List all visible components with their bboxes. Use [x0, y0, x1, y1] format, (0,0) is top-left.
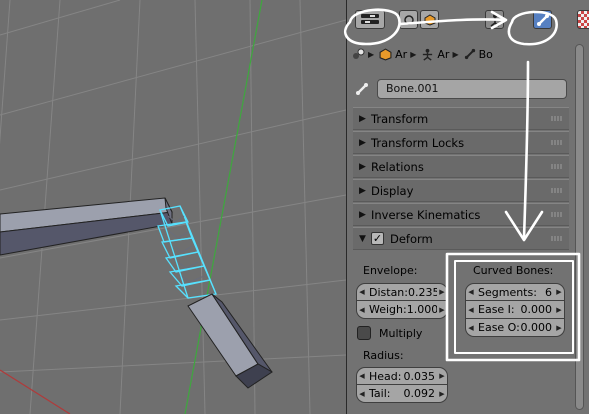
- section-display[interactable]: ▶ Display: [353, 179, 569, 202]
- multiply-checkbox-row[interactable]: Multiply: [357, 326, 422, 340]
- bone-lower[interactable]: [187, 293, 273, 389]
- bone-upper[interactable]: [0, 197, 173, 256]
- decrement-arrow-icon[interactable]: ◀: [466, 324, 476, 332]
- breadcrumb-arrow-icon: ▶: [410, 49, 417, 59]
- section-transform-locks[interactable]: ▶ Transform Locks: [353, 131, 569, 154]
- armature-data-icon: [423, 48, 433, 61]
- decrement-arrow-icon[interactable]: ◀: [357, 372, 367, 380]
- panel-scrollbar[interactable]: [575, 44, 584, 410]
- segments-field[interactable]: ◀ Segments: 6 ▶: [465, 283, 565, 301]
- envelope-label: Envelope:: [363, 264, 418, 277]
- breadcrumb: ▶ Ar ▶ Ar ▶ Bo: [347, 42, 589, 66]
- breadcrumb-object[interactable]: Ar: [379, 48, 407, 61]
- scene-icon: [353, 48, 365, 59]
- increment-arrow-icon[interactable]: ▶: [437, 372, 447, 380]
- increment-arrow-icon[interactable]: ▶: [554, 324, 564, 332]
- expand-triangle-icon: ▶: [359, 161, 366, 172]
- envelope-weight-field[interactable]: ◀ Weigh: 1.000 ▶: [356, 301, 448, 319]
- render-layers-icon[interactable]: [355, 10, 385, 29]
- decrement-arrow-icon[interactable]: ◀: [357, 306, 367, 314]
- increment-arrow-icon[interactable]: ▶: [437, 390, 447, 398]
- 3d-viewport[interactable]: [0, 0, 346, 414]
- collapse-triangle-icon: ▼: [359, 233, 366, 244]
- radius-label: Radius:: [363, 349, 404, 362]
- section-inverse-kinematics[interactable]: ▶ Inverse Kinematics: [353, 203, 569, 226]
- section-deform[interactable]: ▼ ✓ Deform: [353, 227, 569, 250]
- expand-triangle-icon: ▶: [359, 209, 366, 220]
- drag-grip-icon[interactable]: [551, 164, 563, 169]
- decrement-arrow-icon[interactable]: ◀: [466, 288, 476, 296]
- deform-checkbox[interactable]: ✓: [371, 232, 384, 245]
- ease-out-field[interactable]: ◀ Ease O: 0.000 ▶: [465, 319, 565, 337]
- decrement-arrow-icon[interactable]: ◀: [466, 306, 476, 314]
- expand-triangle-icon: ▶: [359, 185, 366, 196]
- increment-arrow-icon[interactable]: ▶: [554, 288, 564, 296]
- decrement-arrow-icon[interactable]: ◀: [357, 390, 367, 398]
- decrement-arrow-icon[interactable]: ◀: [357, 288, 367, 296]
- radius-head-field[interactable]: ◀ Head: 0.035 ▶: [356, 367, 448, 385]
- envelope-distance-field[interactable]: ◀ Distan: 0.235 ▶: [356, 283, 448, 301]
- properties-panel: ▶ Ar ▶ Ar ▶ Bo Bone.001 ▶ Transform ▶ Tr…: [346, 0, 589, 414]
- object-icon: [379, 47, 392, 61]
- context-tabs: [347, 0, 589, 42]
- section-transform[interactable]: ▶ Transform: [353, 107, 569, 130]
- drag-grip-icon[interactable]: [551, 116, 563, 121]
- breadcrumb-arrow-icon: ▶: [452, 49, 459, 59]
- armature-data-icon[interactable]: [485, 10, 504, 29]
- x-axis-line: [0, 369, 71, 414]
- section-relations[interactable]: ▶ Relations: [353, 155, 569, 178]
- bone-icon: [356, 83, 368, 95]
- texture-icon[interactable]: [577, 10, 589, 29]
- bone-name-field[interactable]: Bone.001: [377, 79, 567, 99]
- drag-grip-icon[interactable]: [551, 236, 563, 241]
- multiply-checkbox[interactable]: [357, 326, 371, 340]
- increment-arrow-icon[interactable]: ▶: [437, 288, 447, 296]
- breadcrumb-bone[interactable]: Bo: [464, 48, 493, 61]
- bone-icon: [464, 48, 475, 60]
- expand-triangle-icon: ▶: [359, 137, 366, 148]
- drag-grip-icon[interactable]: [551, 140, 563, 145]
- bone-name-row: Bone.001: [355, 77, 567, 101]
- viewport-grid: [0, 0, 346, 414]
- increment-arrow-icon[interactable]: ▶: [437, 306, 447, 314]
- object-icon[interactable]: [420, 10, 439, 29]
- increment-arrow-icon[interactable]: ▶: [554, 306, 564, 314]
- drag-grip-icon[interactable]: [551, 212, 563, 217]
- bone-icon[interactable]: [533, 10, 552, 29]
- curved-bones-label: Curved Bones:: [473, 264, 554, 277]
- expand-triangle-icon: ▶: [359, 113, 366, 124]
- drag-grip-icon[interactable]: [551, 188, 563, 193]
- breadcrumb-arrow-icon: ▶: [368, 49, 375, 59]
- scene-icon[interactable]: [399, 10, 418, 29]
- radius-tail-field[interactable]: ◀ Tail: 0.092 ▶: [356, 385, 448, 403]
- breadcrumb-armature[interactable]: Ar: [421, 48, 449, 61]
- ease-in-field[interactable]: ◀ Ease I: 0.000 ▶: [465, 301, 565, 319]
- breadcrumb-scene[interactable]: [351, 47, 365, 61]
